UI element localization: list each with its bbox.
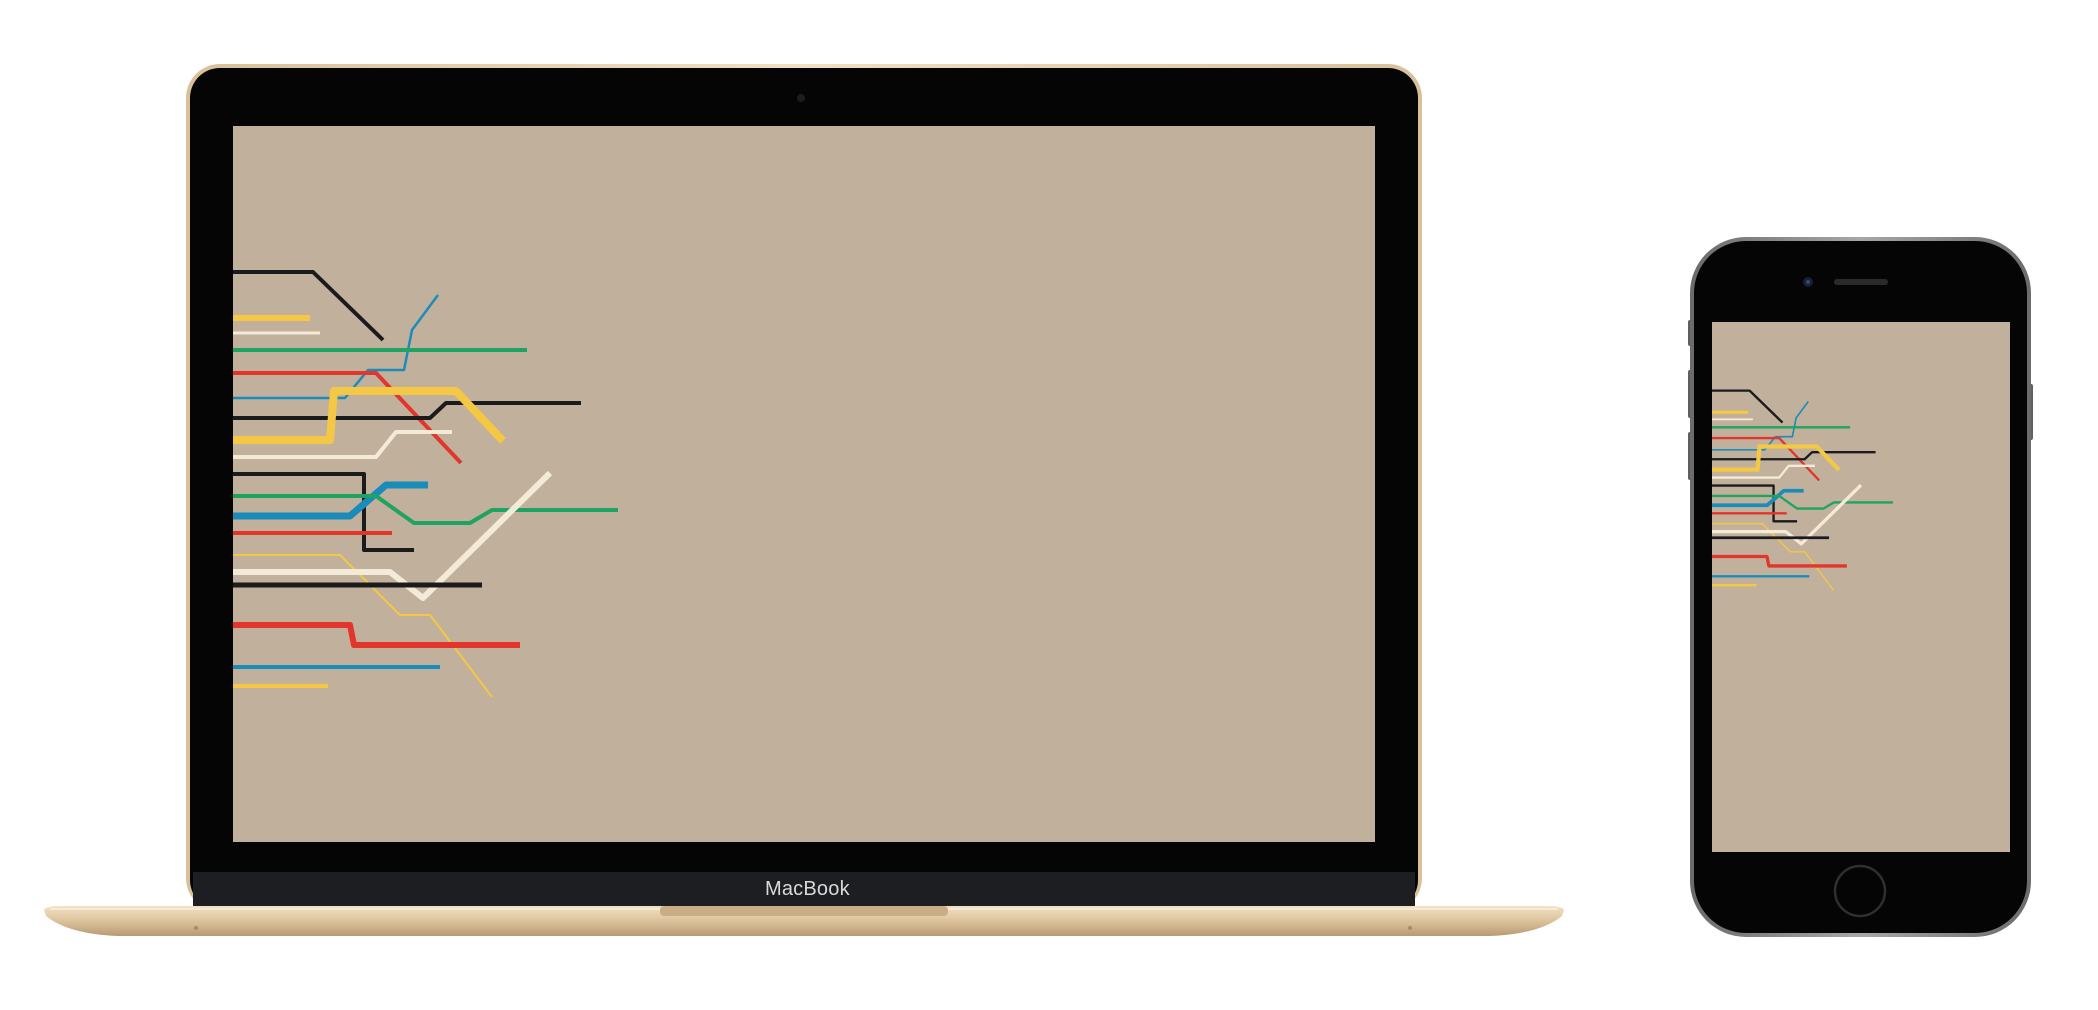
macbook-camera	[797, 94, 805, 102]
macbook-foot-right	[1408, 926, 1412, 930]
iphone-earpiece-speaker	[1834, 279, 1888, 285]
macbook-opening-notch	[660, 906, 948, 916]
macbook	[44, 64, 2033, 937]
iphone-home-button[interactable]	[1833, 864, 1887, 918]
macbook-brand-label: MacBook	[765, 878, 850, 900]
iphone-screen	[1712, 322, 2010, 852]
iphone	[1688, 237, 2033, 937]
device-mockup-scene: MacBook	[0, 0, 2098, 1010]
macbook-foot-left	[194, 926, 198, 930]
